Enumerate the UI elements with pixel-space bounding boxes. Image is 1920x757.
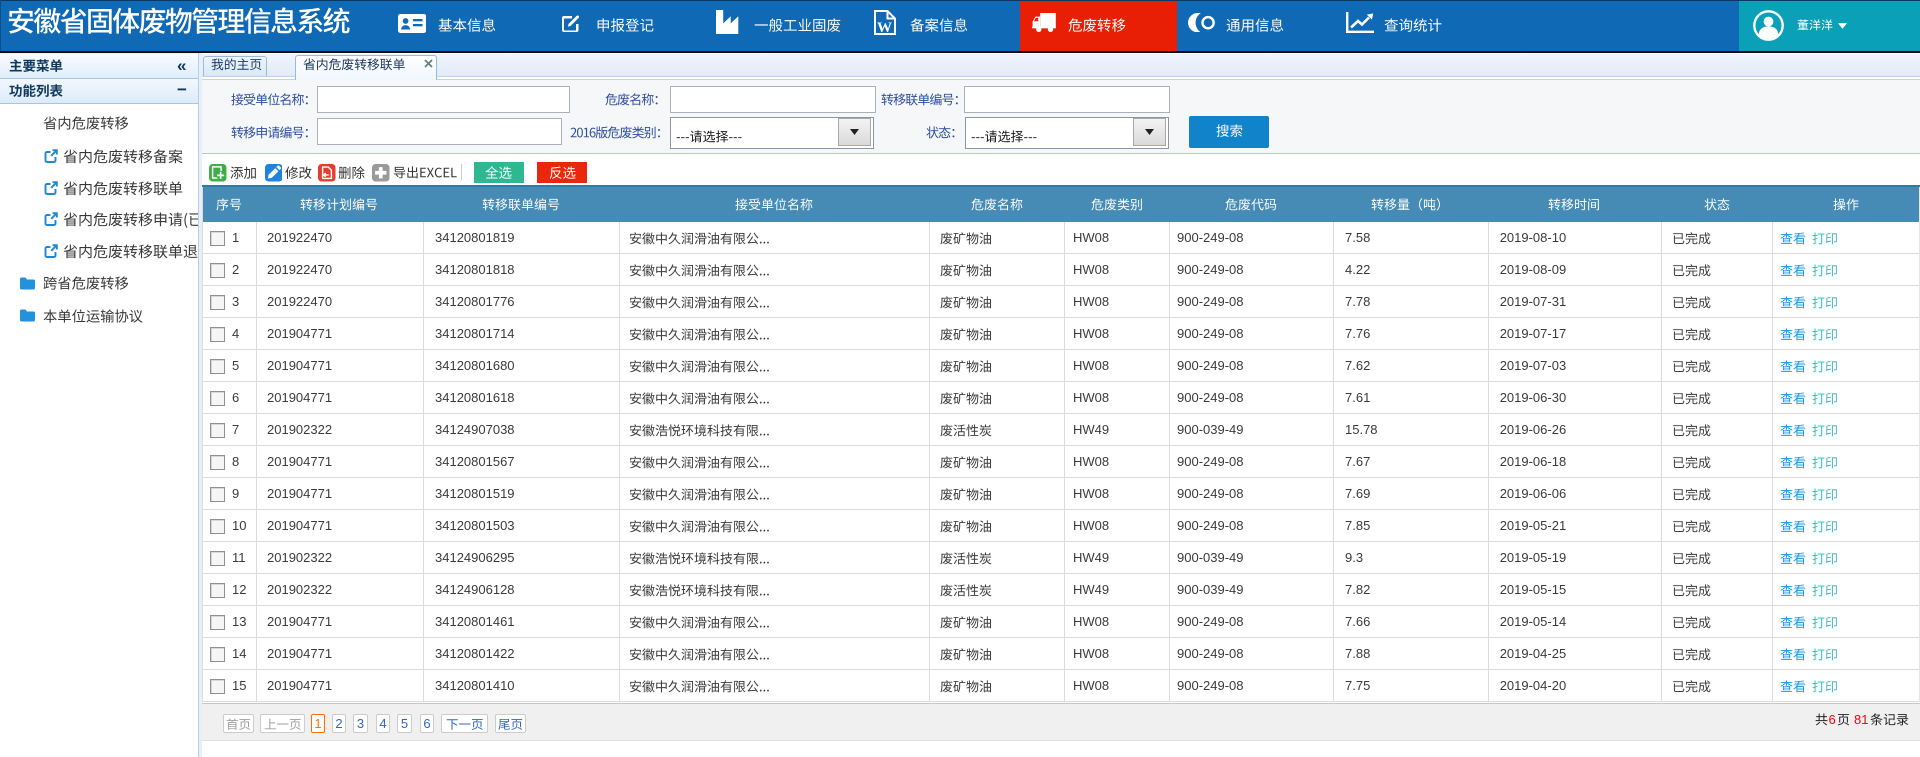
svg-text:W: W (877, 20, 892, 35)
